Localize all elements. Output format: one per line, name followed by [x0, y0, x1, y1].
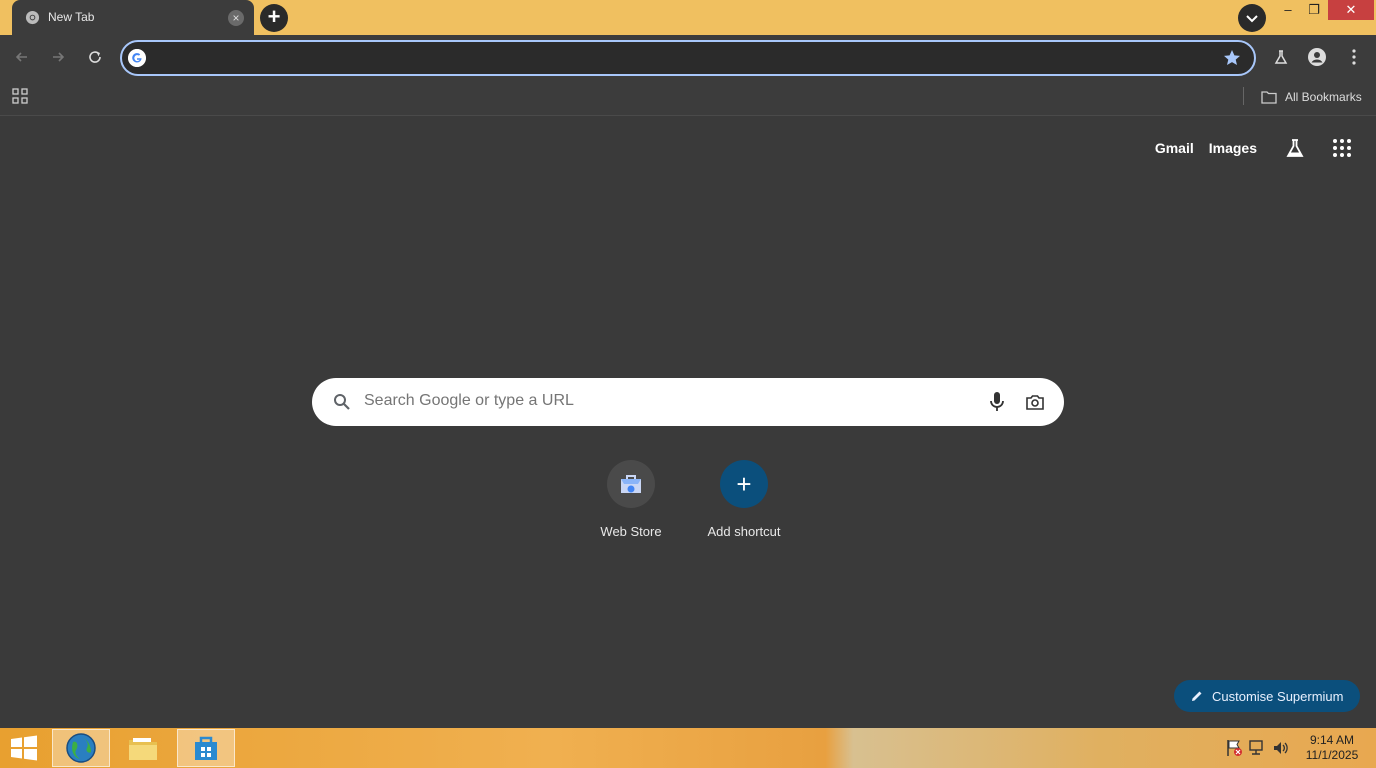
all-bookmarks-button[interactable]: All Bookmarks: [1261, 87, 1362, 107]
profile-button[interactable]: [1306, 46, 1328, 68]
taskbar-file-explorer[interactable]: [114, 729, 172, 767]
shortcut-label: Web Store: [600, 524, 662, 539]
apps-grid-icon[interactable]: [12, 88, 28, 104]
images-link[interactable]: Images: [1209, 140, 1257, 156]
pencil-icon: [1192, 691, 1202, 701]
forward-arrow-icon: [53, 52, 65, 62]
bookmarks-separator: [1243, 87, 1244, 105]
bookmark-star-icon[interactable]: [1222, 48, 1242, 68]
plus-icon: +: [720, 460, 768, 508]
reload-button[interactable]: [83, 45, 107, 69]
customise-label: Customise Supermium: [1212, 688, 1344, 704]
google-icon: [128, 49, 146, 67]
tab-new-tab[interactable]: New Tab ×: [12, 0, 254, 35]
tab-close-button[interactable]: ×: [228, 10, 244, 26]
ntp-search-input[interactable]: [364, 392, 964, 410]
browser-globe-icon: [66, 733, 96, 763]
search-icon: [334, 394, 350, 410]
close-window-button[interactable]: ✕: [1328, 0, 1374, 20]
toolbar: [0, 35, 1376, 80]
back-button[interactable]: [10, 45, 34, 69]
chrome-icon: [25, 10, 40, 25]
add-shortcut-button[interactable]: + Add shortcut: [688, 460, 800, 539]
shortcut-web-store[interactable]: Web Store: [575, 460, 687, 539]
tab-title: New Tab: [48, 10, 95, 24]
kebab-menu-icon: [1352, 49, 1356, 65]
restore-button[interactable]: ❐: [1300, 0, 1328, 20]
clock-date: 11/1/2025: [1305, 748, 1359, 762]
camera-icon[interactable]: [1024, 391, 1046, 413]
back-arrow-icon: [15, 52, 27, 62]
minimize-button[interactable]: –: [1274, 0, 1302, 20]
taskbar-browser[interactable]: [52, 729, 110, 767]
taskbar: 9:14 AM 11/1/2025: [0, 728, 1376, 768]
reload-icon: [89, 51, 101, 63]
clock-time: 9:14 AM: [1309, 733, 1355, 747]
customise-button[interactable]: Customise Supermium: [1174, 680, 1360, 712]
web-store-tile: [607, 460, 655, 508]
new-tab-button[interactable]: +: [260, 4, 288, 32]
web-store-icon: [621, 475, 641, 493]
folder-icon: [1261, 91, 1277, 104]
all-bookmarks-label: All Bookmarks: [1285, 90, 1362, 104]
gmail-link[interactable]: Gmail: [1155, 140, 1194, 156]
tab-search-button[interactable]: [1238, 4, 1266, 32]
profile-icon: [1308, 48, 1326, 66]
ntp-header-links: Gmail Images: [1155, 137, 1352, 159]
title-bar: New Tab × + – ❐ ✕: [0, 0, 1376, 35]
google-apps-icon[interactable]: [1332, 138, 1352, 158]
windows-start-icon[interactable]: [8, 734, 40, 762]
ntp-search-box[interactable]: [312, 378, 1064, 426]
labs-flask-icon[interactable]: [1284, 137, 1306, 159]
chevron-down-icon: [1246, 15, 1258, 23]
menu-button[interactable]: [1343, 46, 1365, 68]
forward-button[interactable]: [46, 45, 70, 69]
taskbar-store[interactable]: [177, 729, 235, 767]
folder-icon: [129, 738, 157, 760]
address-bar[interactable]: [120, 40, 1256, 76]
labs-flask-icon: [1274, 50, 1288, 64]
taskbar-clock[interactable]: 9:14 AM 11/1/2025: [1296, 733, 1368, 763]
microphone-icon[interactable]: [988, 391, 1006, 413]
network-icon[interactable]: [1248, 738, 1266, 758]
bookmarks-bar: All Bookmarks: [0, 80, 1376, 116]
volume-icon[interactable]: [1272, 738, 1290, 758]
store-bag-icon: [195, 736, 217, 760]
labs-button[interactable]: [1270, 46, 1292, 68]
shortcut-label: Add shortcut: [707, 524, 781, 539]
action-center-flag-icon[interactable]: [1225, 738, 1243, 758]
